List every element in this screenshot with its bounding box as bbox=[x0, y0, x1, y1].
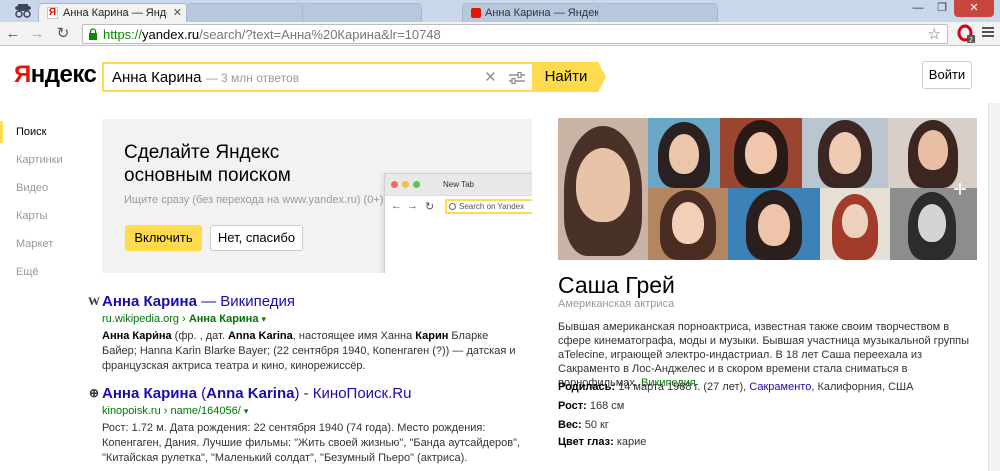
kinopoisk-icon: ⊕ bbox=[88, 386, 100, 400]
promo-text: Ищите сразу (без перехода на www.yandex.… bbox=[124, 194, 384, 206]
settings-sliders-icon[interactable] bbox=[508, 71, 526, 85]
reload-icon[interactable]: ↻ bbox=[54, 25, 72, 43]
browser-tab[interactable] bbox=[186, 3, 306, 22]
nav-item-market[interactable]: Маркет bbox=[0, 230, 90, 258]
wikipedia-icon: W bbox=[88, 294, 100, 308]
search-result: ⊕ Анна Карина (Anna Karina) - КиноПоиск.… bbox=[88, 385, 528, 471]
snippet-text: (фр. , дат. bbox=[171, 330, 228, 342]
result-title-link[interactable]: Анна Карина — Википедия bbox=[102, 293, 295, 310]
search-button-arrow bbox=[598, 62, 606, 92]
result-url[interactable]: kinopoisk.ru › name/164056/ ▾ bbox=[102, 405, 248, 417]
result-snippet: Анна Кари́на (фр. , дат. Anna Karina, на… bbox=[102, 329, 522, 374]
snippet-highlight: Карин bbox=[415, 330, 449, 342]
fact-born: Родилась: 14 марта 1988 г. (27 лет), Сак… bbox=[558, 381, 914, 393]
browser-tab[interactable] bbox=[302, 3, 422, 22]
yandex-favicon-icon bbox=[471, 8, 481, 18]
scrollbar[interactable] bbox=[988, 103, 1000, 471]
search-header: Яндекс Анна Карина — 3 млн ответов × Най… bbox=[0, 47, 1000, 103]
birth-city-link[interactable]: Сакраменто bbox=[749, 381, 811, 393]
yandex-favicon-icon: Я bbox=[47, 7, 58, 19]
tab-title: Анна Карина — Яндекс: на bbox=[63, 7, 167, 19]
snippet-text: Рост: 1.72 м. Дата рождения: 22 сентября… bbox=[102, 422, 521, 464]
clear-icon[interactable]: × bbox=[485, 67, 496, 89]
close-icon[interactable]: ✕ bbox=[954, 0, 994, 17]
results-count: — 3 млн ответов bbox=[205, 71, 300, 85]
incognito-icon bbox=[15, 4, 31, 18]
photo-thumbnail[interactable] bbox=[648, 118, 720, 188]
entity-name[interactable]: Саша Грей bbox=[558, 272, 675, 299]
tab-close-icon[interactable]: ✕ bbox=[173, 6, 182, 19]
entity-card: + Саша Грей Американская актриса Бывшая … bbox=[558, 118, 978, 471]
fact-eye-color: Цвет глаз: карие bbox=[558, 436, 647, 448]
dropdown-arrow-icon[interactable]: ▾ bbox=[262, 314, 267, 324]
extension-icon[interactable]: 2 bbox=[956, 24, 976, 44]
forward-icon[interactable]: → bbox=[28, 25, 46, 43]
lock-icon bbox=[89, 28, 97, 40]
search-input[interactable]: Анна Карина — 3 млн ответов × bbox=[102, 62, 534, 92]
snippet-text: , настоящее имя Ханна bbox=[292, 330, 416, 342]
url-text: https://yandex.ru/search/?text=Анна%20Ка… bbox=[103, 27, 441, 42]
fact-weight: Вес: 50 кг bbox=[558, 419, 609, 431]
fact-height: Рост: 168 см bbox=[558, 400, 625, 412]
photo-thumbnail[interactable] bbox=[728, 188, 820, 260]
mini-tab-label: New Tab bbox=[443, 180, 474, 189]
bookmark-star-icon[interactable]: ☆ bbox=[928, 25, 941, 43]
menu-icon[interactable] bbox=[982, 27, 994, 39]
snippet-highlight: Anna Karina bbox=[227, 330, 293, 342]
address-bar[interactable]: https://yandex.ru/search/?text=Анна%20Ка… bbox=[82, 24, 948, 44]
promo-title: Сделайте Яндекс основным поиском bbox=[124, 142, 291, 186]
browser-tab-active[interactable]: Я Анна Карина — Яндекс: на ✕ bbox=[38, 3, 188, 22]
mini-search-field: Search on Yandex bbox=[445, 199, 532, 214]
nav-item-video[interactable]: Видео bbox=[0, 174, 90, 202]
decline-button[interactable]: Нет, спасибо bbox=[210, 225, 303, 251]
browser-toolbar: ← → ↻ https://yandex.ru/search/?text=Анн… bbox=[0, 22, 1000, 46]
back-icon[interactable]: ← bbox=[4, 25, 22, 43]
photo-thumbnail[interactable] bbox=[558, 118, 648, 260]
photo-gallery[interactable]: + bbox=[558, 118, 977, 260]
photo-thumbnail[interactable] bbox=[802, 118, 888, 188]
nav-item-more[interactable]: Ещё bbox=[0, 258, 90, 286]
search-result: W Анна Карина — Википедия ru.wikipedia.o… bbox=[88, 293, 528, 373]
entity-description: Бывшая американская порноактриса, извест… bbox=[558, 321, 970, 389]
login-button[interactable]: Войти bbox=[922, 61, 972, 89]
search-button[interactable]: Найти bbox=[533, 62, 599, 92]
window-controls: — ❐ ✕ bbox=[906, 0, 994, 18]
tab-title: Анна Карина — Яндек bbox=[485, 7, 600, 19]
search-services-nav: Поиск Картинки Видео Карты Маркет Ещё bbox=[0, 118, 90, 286]
default-search-promo: Сделайте Яндекс основным поиском Ищите с… bbox=[102, 119, 532, 273]
photo-thumbnail[interactable] bbox=[720, 118, 802, 188]
browser-illustration: New Tab ← → ↻ Search on Yandex bbox=[384, 173, 532, 273]
result-title-link[interactable]: Анна Карина (Anna Karina) - КиноПоиск.Ru bbox=[102, 385, 411, 402]
search-icon bbox=[449, 203, 456, 210]
browser-tab[interactable] bbox=[598, 3, 718, 22]
svg-text:2: 2 bbox=[969, 37, 973, 44]
nav-item-images[interactable]: Картинки bbox=[0, 146, 90, 174]
photo-thumbnail[interactable] bbox=[648, 188, 728, 260]
restore-icon[interactable]: ❐ bbox=[930, 0, 954, 17]
browser-tab-strip: Я Анна Карина — Яндекс: на ✕ Анна Карина… bbox=[0, 0, 1000, 22]
entity-type: Американская актриса bbox=[558, 298, 675, 310]
nav-item-search[interactable]: Поиск bbox=[0, 118, 90, 146]
result-snippet: Рост: 1.72 м. Дата рождения: 22 сентября… bbox=[102, 421, 522, 466]
expand-plus-icon[interactable]: + bbox=[953, 178, 967, 202]
minimize-icon[interactable]: — bbox=[906, 0, 930, 17]
nav-item-maps[interactable]: Карты bbox=[0, 202, 90, 230]
dropdown-arrow-icon[interactable]: ▾ bbox=[244, 406, 249, 416]
snippet-highlight: Анна Кари́на bbox=[102, 330, 172, 342]
enable-button[interactable]: Включить bbox=[125, 225, 202, 251]
browser-tab[interactable]: Анна Карина — Яндек bbox=[462, 3, 602, 22]
yandex-logo[interactable]: Яндекс bbox=[14, 61, 97, 89]
result-url[interactable]: ru.wikipedia.org › Анна Карина ▾ bbox=[102, 313, 266, 325]
search-query: Анна Карина — 3 млн ответов bbox=[112, 69, 300, 86]
photo-thumbnail[interactable] bbox=[820, 188, 890, 260]
